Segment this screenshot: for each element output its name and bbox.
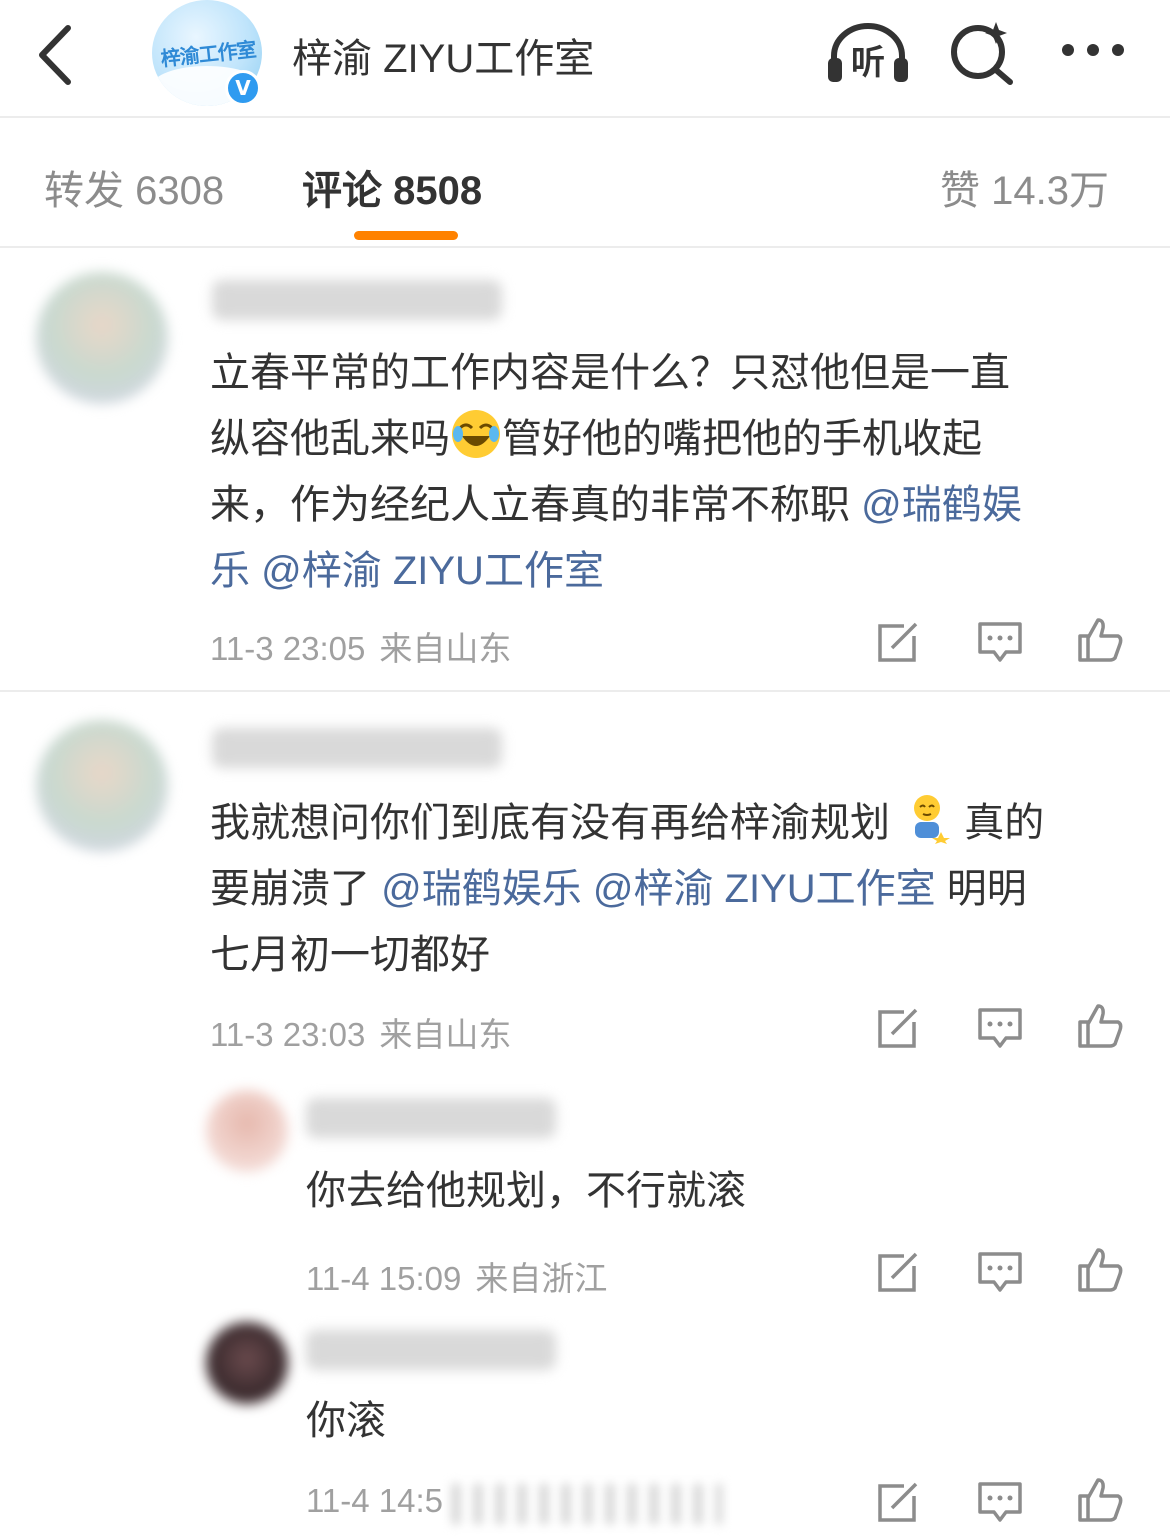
back-arrow-icon[interactable] (30, 20, 90, 90)
comment-line: 来，作为经纪人立春真的非常不称职 (210, 483, 862, 527)
page-title: 梓渝 ZIYU工作室 (292, 37, 595, 81)
avatar-logo-text: 梓渝工作室 (159, 37, 257, 71)
reply-text: 你去给他规划，不行就滚 (306, 1169, 746, 1213)
comment-line: 管好他的嘴把他的手机收起 (502, 417, 982, 461)
avatar[interactable] (206, 1322, 288, 1404)
thumbs-up-icon[interactable] (1076, 1002, 1124, 1050)
comment-location: 来自浙江 (475, 1260, 608, 1297)
thumbs-up-icon[interactable] (1076, 616, 1124, 664)
listen-headphones-icon[interactable]: 听 (826, 18, 910, 86)
comment-time: 11-4 15:09 (306, 1260, 462, 1297)
username-blurred[interactable] (306, 1330, 556, 1370)
mention-link[interactable]: @瑞鹤娱 (861, 483, 1022, 527)
tab-comments[interactable]: 评论 8508 (302, 158, 482, 216)
comment-text: 立春平常的工作内容是什么？只怼他但是一直 纵容他乱来吗 管好他的嘴把他的手机收起 … (210, 340, 1140, 604)
comment-location: 来自山东 (379, 1016, 512, 1053)
header-divider (0, 116, 1170, 118)
reply-text: 你滚 (306, 1399, 386, 1443)
tab-reposts[interactable]: 转发 6308 (44, 158, 224, 216)
comment-meta: 11-4 15:09 来自浙江 (306, 1252, 607, 1300)
comment-line: 要崩溃了 (210, 867, 382, 911)
avatar[interactable] (36, 720, 168, 852)
top-bar: 梓渝工作室 V 梓渝 ZIYU工作室 听 (0, 0, 1170, 116)
comment-line: 真的 (964, 801, 1045, 845)
repost-icon[interactable] (874, 1478, 922, 1526)
username-blurred[interactable] (306, 1098, 556, 1138)
avatar[interactable] (206, 1090, 288, 1172)
comment-divider (0, 690, 1170, 692)
search-icon[interactable] (948, 18, 1016, 86)
thumbs-up-icon[interactable] (1076, 1246, 1124, 1294)
reply-comment-icon[interactable] (976, 1478, 1024, 1526)
comment-time: 11-4 14:5 (306, 1482, 443, 1519)
laugh-cry-emoji-icon (452, 410, 500, 458)
pleading-kneel-emoji-icon (914, 795, 951, 844)
mention-link[interactable]: 乐 @梓渝 ZIYU工作室 (210, 549, 604, 593)
username-blurred[interactable] (212, 728, 502, 768)
more-options-icon[interactable] (1058, 30, 1128, 70)
comment-location: 来自山东 (379, 630, 512, 667)
repost-icon[interactable] (874, 1004, 922, 1052)
comment-time: 11-3 23:05 (210, 630, 366, 667)
comment-line: 立春平常的工作内容是什么？只怼他但是一直 (210, 351, 1010, 395)
comment-meta: 11-3 23:05 来自山东 (210, 622, 511, 670)
comment-text: 我就想问你们到底有没有再给梓渝规划 真的 要崩溃了 @瑞鹤娱乐 @梓渝 ZIYU… (210, 790, 1140, 988)
comment-meta: 11-3 23:03 来自山东 (210, 1008, 511, 1056)
comment-line: 我就想问你们到底有没有再给梓渝规划 (210, 801, 890, 845)
verified-badge-icon: V (225, 70, 261, 106)
tab-likes[interactable]: 赞 14.3万 (940, 158, 1109, 216)
obscured-overlay (452, 1484, 722, 1524)
mention-link[interactable]: @瑞鹤娱乐 @梓渝 ZIYU工作室 (381, 867, 936, 911)
repost-icon[interactable] (874, 618, 922, 666)
comment-time: 11-3 23:03 (210, 1016, 366, 1053)
repost-icon[interactable] (874, 1248, 922, 1296)
reply-comment-icon[interactable] (976, 1004, 1024, 1052)
reply-comment-icon[interactable] (976, 1248, 1024, 1296)
tabs-divider (0, 246, 1170, 248)
comment-line: 明明 (935, 867, 1027, 911)
avatar[interactable] (36, 272, 168, 404)
thumbs-up-icon[interactable] (1076, 1476, 1124, 1524)
comment-line: 纵容他乱来吗 (210, 417, 450, 461)
listen-label: 听 (851, 43, 885, 83)
comment-meta: 11-4 14:5 (306, 1482, 443, 1520)
reply-comment-icon[interactable] (976, 618, 1024, 666)
comment-line: 七月初一切都好 (210, 933, 490, 977)
username-blurred[interactable] (212, 280, 502, 320)
active-tab-indicator (354, 231, 458, 240)
